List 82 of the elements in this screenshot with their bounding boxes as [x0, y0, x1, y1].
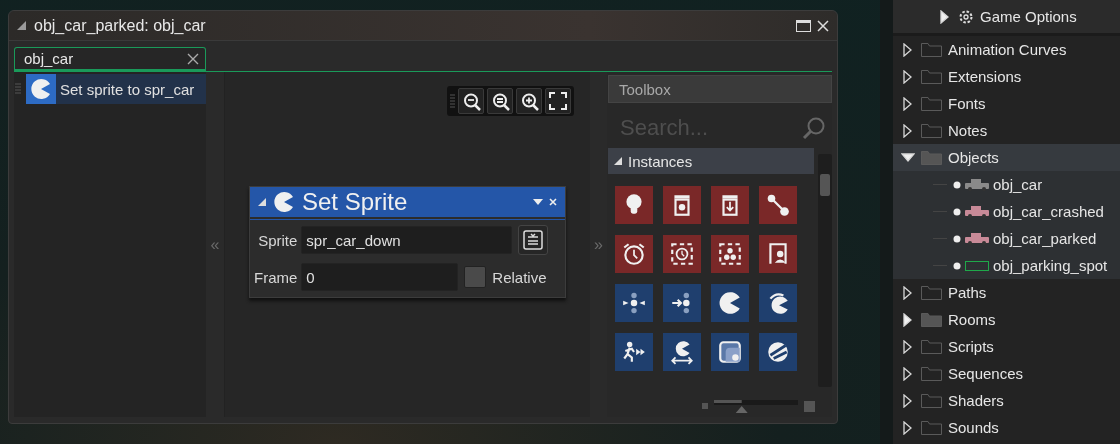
action-tile[interactable]: [711, 186, 749, 224]
pacman-arrows-icon: [669, 339, 695, 365]
action-title: Set Sprite: [302, 188, 409, 216]
frame-field[interactable]: 0: [301, 263, 459, 291]
tree-item[interactable]: Sounds: [893, 414, 1120, 441]
action-tile[interactable]: [615, 186, 653, 224]
action-tile[interactable]: [759, 235, 797, 273]
large-square-icon: [804, 400, 815, 412]
sprite-picker-button[interactable]: [518, 225, 549, 255]
alarm-clock-icon: [621, 241, 647, 267]
action-tile[interactable]: [663, 186, 701, 224]
action-tile[interactable]: [615, 235, 653, 273]
list-icon: [523, 230, 544, 250]
action-tile[interactable]: [615, 333, 653, 371]
tree-item[interactable]: Sequences: [893, 360, 1120, 387]
tree-item[interactable]: Extensions: [893, 63, 1120, 90]
maximize-icon[interactable]: [796, 19, 811, 32]
tab[interactable]: obj_car: [14, 47, 206, 71]
tree-item[interactable]: Rooms: [893, 306, 1120, 333]
dots-arrows-icon: [621, 290, 647, 316]
toolbox-header: Toolbox: [608, 75, 832, 103]
action-tile[interactable]: [663, 333, 701, 371]
connected-dots-icon: [765, 192, 791, 218]
checkbox-label: Relative: [492, 268, 547, 286]
zoom-reset-button[interactable]: [487, 88, 513, 114]
swirl-icon: [765, 339, 791, 365]
tree-item[interactable]: Objects: [893, 144, 1120, 171]
tree-item[interactable]: Notes: [893, 117, 1120, 144]
tree-item[interactable]: Shaders: [893, 387, 1120, 414]
fit-view-button[interactable]: [545, 88, 571, 114]
tree-item[interactable]: obj_car_crashed: [893, 198, 1120, 225]
action-tile[interactable]: [711, 333, 749, 371]
dropdown-caret-icon[interactable]: [533, 199, 543, 205]
zoom-out-button[interactable]: [458, 88, 484, 114]
bullet-icon: [953, 180, 961, 189]
corner-triangle-icon: [17, 21, 26, 30]
zoom-slider[interactable]: [714, 399, 798, 413]
small-square-icon: [702, 403, 708, 409]
fullscreen-icon: [548, 91, 568, 111]
action-tile[interactable]: [711, 284, 749, 322]
layered-square-icon: [717, 339, 743, 365]
zoom-reset-icon: [490, 91, 510, 111]
timer-icon: [669, 241, 695, 267]
scrollbar[interactable]: [818, 154, 832, 387]
pacman-icon: [29, 77, 53, 101]
zoom-in-button[interactable]: [516, 88, 542, 114]
tree-item[interactable]: obj_car: [893, 171, 1120, 198]
dots-cluster-icon: [717, 241, 743, 267]
action-tile[interactable]: [759, 284, 797, 322]
tree-item[interactable]: Scripts: [893, 333, 1120, 360]
action-tile[interactable]: [711, 235, 749, 273]
tree-item[interactable]: Animation Curves: [893, 36, 1120, 63]
bullet-icon: [953, 234, 961, 243]
close-icon[interactable]: [187, 52, 199, 65]
relative-checkbox[interactable]: [464, 266, 487, 288]
sprite-field[interactable]: spr_car_down: [301, 226, 513, 254]
action-list-item[interactable]: Set sprite to spr_car: [26, 74, 206, 104]
drag-handle-icon[interactable]: [450, 93, 455, 109]
zoom-in-icon: [519, 91, 539, 111]
gear-icon: [958, 8, 974, 25]
pacman-icon: [717, 290, 743, 316]
zoom-out-icon: [461, 91, 481, 111]
running-person-icon: [621, 339, 647, 365]
bullet-icon: [953, 207, 961, 216]
pacman-icon: [272, 190, 296, 214]
section-header[interactable]: Instances: [608, 148, 814, 174]
field-label: Frame: [254, 268, 298, 286]
action-tile[interactable]: [663, 235, 701, 273]
collapse-triangle-icon[interactable]: [258, 198, 266, 206]
action-tile[interactable]: [759, 333, 797, 371]
field-label: Sprite: [257, 231, 298, 249]
action-tile[interactable]: [663, 284, 701, 322]
drag-handle-icon[interactable]: [14, 82, 22, 96]
tree-item[interactable]: obj_parking_spot: [893, 252, 1120, 279]
search-icon[interactable]: [802, 116, 826, 140]
tree-item[interactable]: obj_car_parked: [893, 225, 1120, 252]
window-title: obj_car_parked: obj_car: [34, 16, 207, 35]
action-tile[interactable]: [615, 284, 653, 322]
bullet-icon: [953, 261, 961, 270]
action-tile[interactable]: [759, 186, 797, 224]
tree-item[interactable]: Fonts: [893, 90, 1120, 117]
tree-item[interactable]: Paths: [893, 279, 1120, 306]
